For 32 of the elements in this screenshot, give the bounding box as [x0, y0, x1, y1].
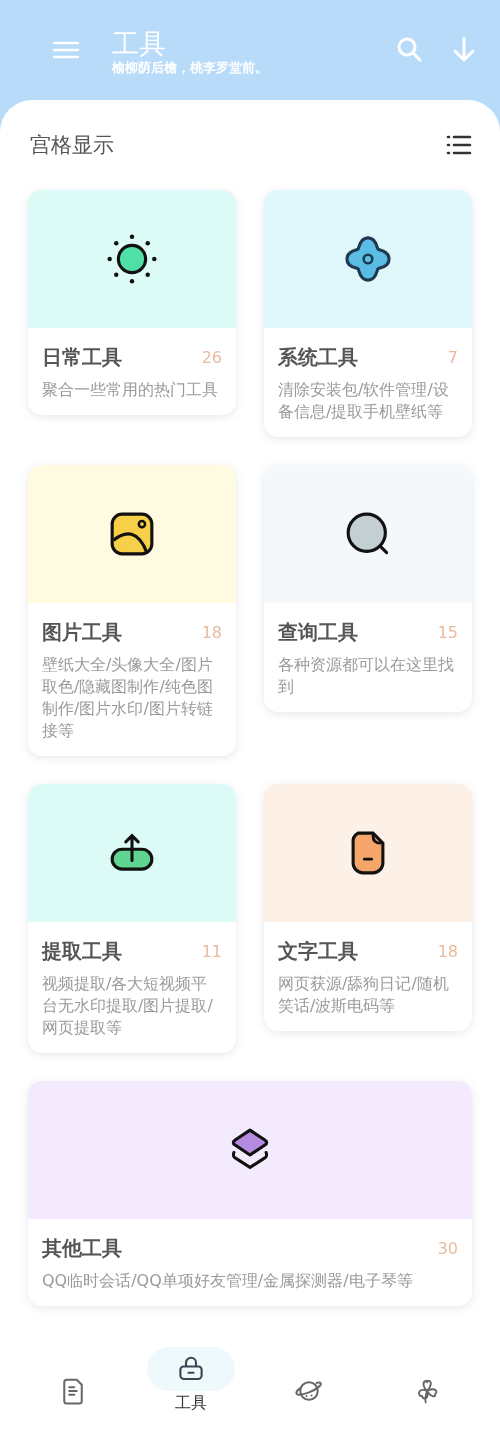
- tool-card[interactable]: 文字工具 18 网页获源/舔狗日记/随机笑话/波斯电码等: [264, 784, 472, 1031]
- tool-count: 15: [437, 623, 458, 642]
- list-view-button[interactable]: [446, 133, 472, 157]
- tool-card[interactable]: 其他工具 30 QQ临时会话/QQ单项好友管理/金属探测器/电子琴等: [28, 1081, 472, 1306]
- card-title: 文字工具: [278, 938, 358, 965]
- card-description: 视频提取/各大短视频平台无水印提取/图片提取/网页提取等: [42, 973, 214, 1039]
- card-title: 提取工具: [42, 938, 122, 965]
- card-description: 壁纸大全/头像大全/图片取色/隐藏图制作/纯色图制作/图片水印/图片转链接等: [42, 654, 214, 742]
- tool-card[interactable]: 系统工具 7 清除安装包/软件管理/设备信息/提取手机壁纸等: [264, 190, 472, 437]
- card-title: 其他工具: [42, 1235, 122, 1262]
- tool-card[interactable]: 查询工具 15 各种资源都可以在这里找到: [264, 465, 472, 712]
- tool-count: 18: [201, 623, 222, 642]
- section-title: 宫格显示: [30, 132, 114, 159]
- card-title: 图片工具: [42, 619, 122, 646]
- card-description: QQ临时会话/QQ单项好友管理/金属探测器/电子琴等: [42, 1270, 414, 1292]
- tool-count: 11: [201, 942, 222, 961]
- tool-count: 7: [447, 348, 458, 367]
- tool-count: 18: [437, 942, 458, 961]
- card-title: 系统工具: [278, 344, 358, 371]
- card-description: 网页获源/舔狗日记/随机笑话/波斯电码等: [278, 973, 450, 1017]
- tool-card[interactable]: 提取工具 11 视频提取/各大短视频平台无水印提取/图片提取/网页提取等: [28, 784, 236, 1053]
- card-description: 聚合一些常用的热门工具: [42, 379, 219, 401]
- card-title: 日常工具: [42, 344, 122, 371]
- card-description: 各种资源都可以在这里找到: [278, 654, 455, 698]
- tool-count: 26: [201, 348, 222, 367]
- page-subtitle: 榆柳荫后檐，桃李罗堂前。: [112, 58, 269, 76]
- tool-card[interactable]: 图片工具 18 壁纸大全/头像大全/图片取色/隐藏图制作/纯色图制作/图片水印/图片转链接等: [28, 465, 236, 756]
- card-title: 查询工具: [278, 619, 358, 646]
- card-description: 清除安装包/软件管理/设备信息/提取手机壁纸等: [278, 379, 450, 423]
- tool-count: 30: [437, 1239, 458, 1258]
- tool-card[interactable]: 日常工具 26 聚合一些常用的热门工具: [28, 190, 236, 415]
- page-title: 工具: [112, 28, 167, 59]
